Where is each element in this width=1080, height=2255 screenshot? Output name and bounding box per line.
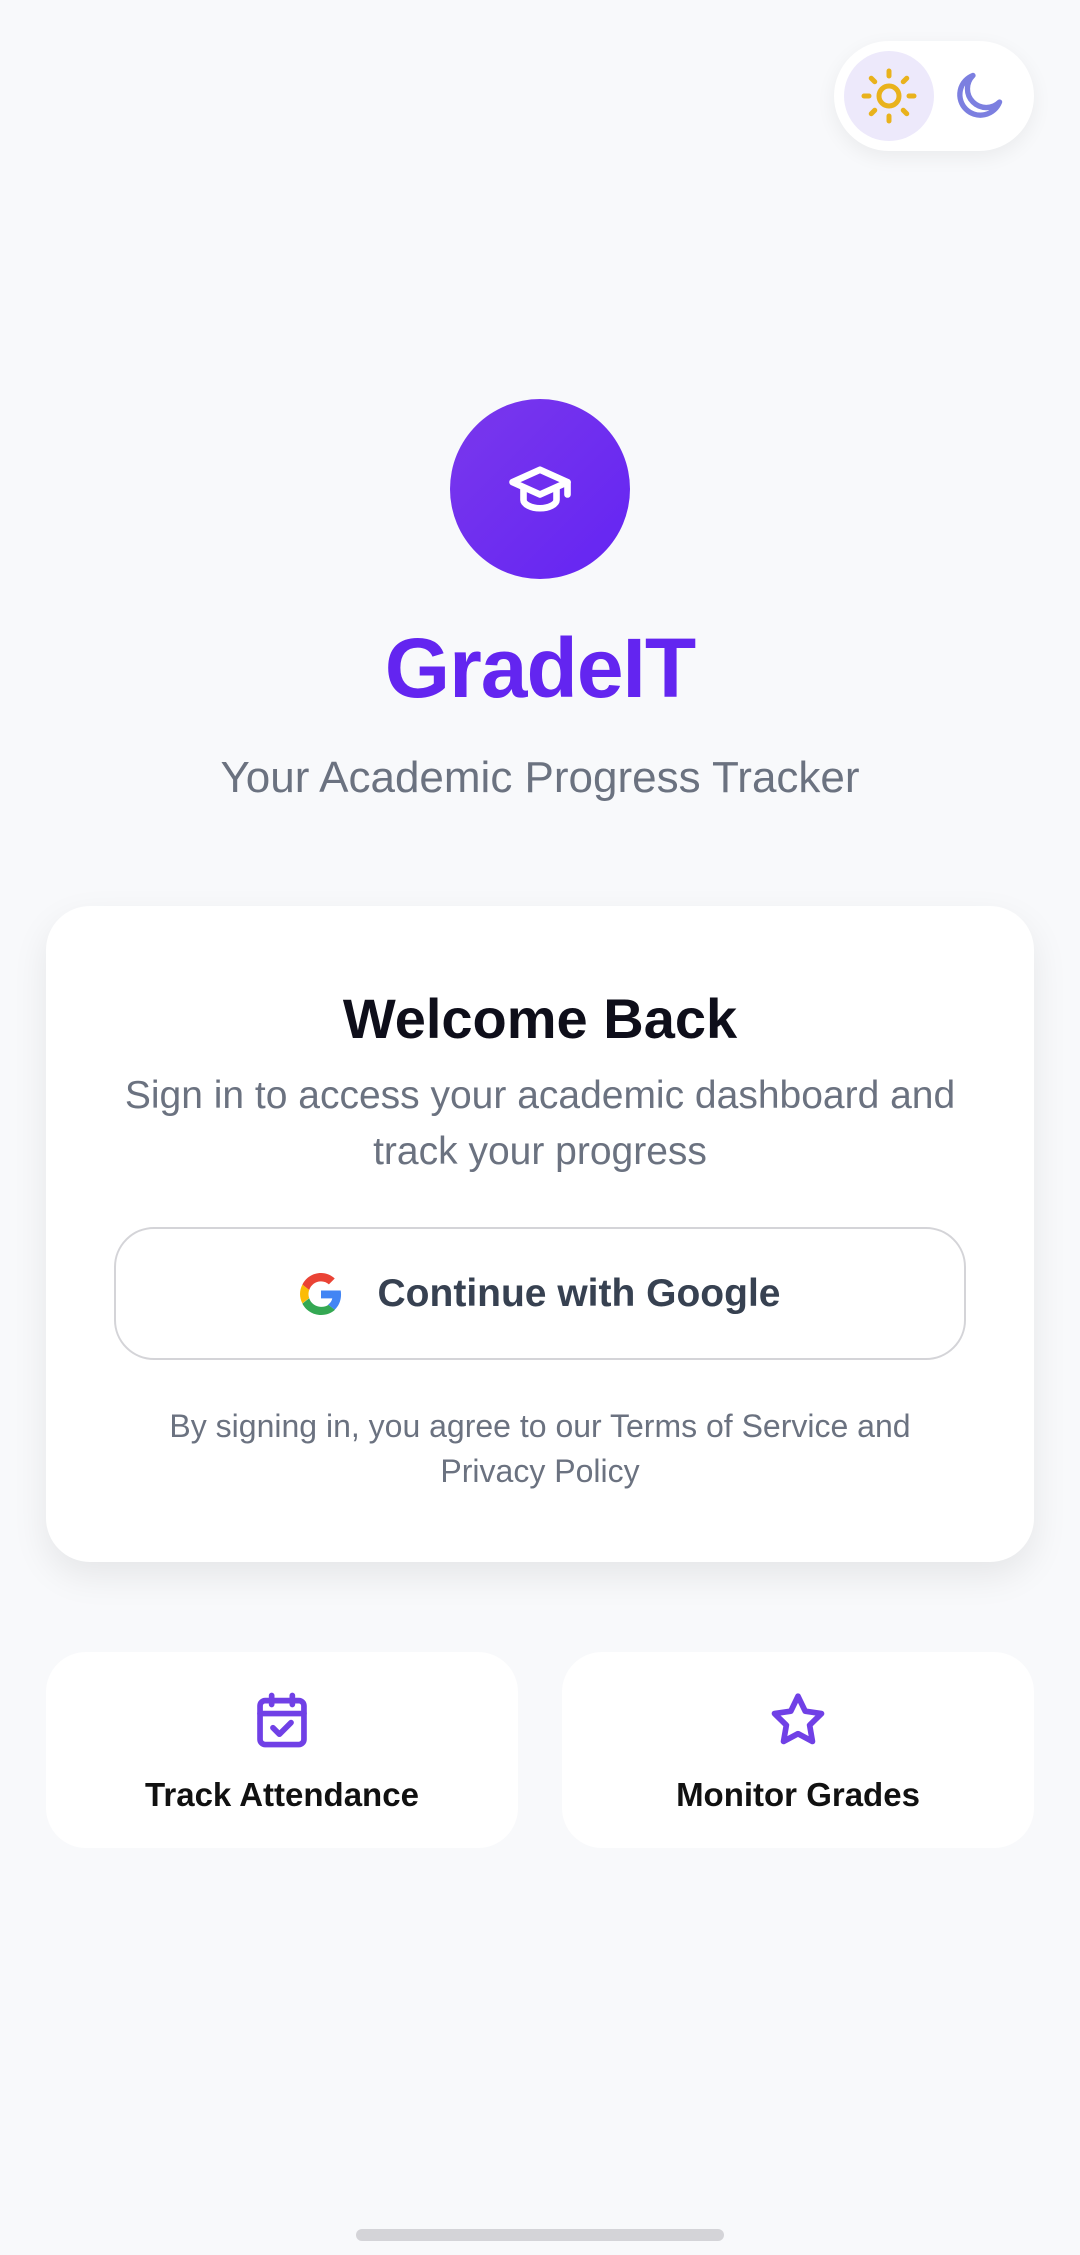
dark-mode-button[interactable] xyxy=(934,51,1024,141)
card-description: Sign in to access your academic dashboar… xyxy=(124,1074,956,1173)
app-logo xyxy=(450,399,630,579)
feature-label: Track Attendance xyxy=(145,1776,419,1813)
home-indicator[interactable] xyxy=(356,2229,724,2241)
moon-icon xyxy=(957,72,1003,118)
google-signin-button[interactable]: Continue with Google xyxy=(114,1227,966,1360)
star-icon xyxy=(771,1693,825,1745)
theme-toggle xyxy=(834,41,1034,151)
sun-icon xyxy=(861,68,917,124)
app-subtitle: Your Academic Progress Tracker xyxy=(220,753,860,802)
signin-card: Welcome Back Sign in to access your acad… xyxy=(46,906,1034,1562)
feature-label: Monitor Grades xyxy=(676,1776,920,1813)
terms-text: By signing in, you agree to our Terms of… xyxy=(169,1408,911,1489)
app-title: GradeIT xyxy=(384,621,696,715)
graduation-cap-icon xyxy=(509,466,571,512)
light-mode-button[interactable] xyxy=(844,51,934,141)
google-icon xyxy=(299,1272,341,1315)
calendar-check-icon xyxy=(257,1692,307,1748)
signin-screen: GradeIT Your Academic Progress Tracker W… xyxy=(0,0,1080,2255)
google-button-label: Continue with Google xyxy=(377,1271,781,1315)
feature-card-grades: Monitor Grades xyxy=(562,1652,1034,1848)
card-title: Welcome Back xyxy=(342,987,738,1050)
feature-card-attendance: Track Attendance xyxy=(46,1652,518,1848)
